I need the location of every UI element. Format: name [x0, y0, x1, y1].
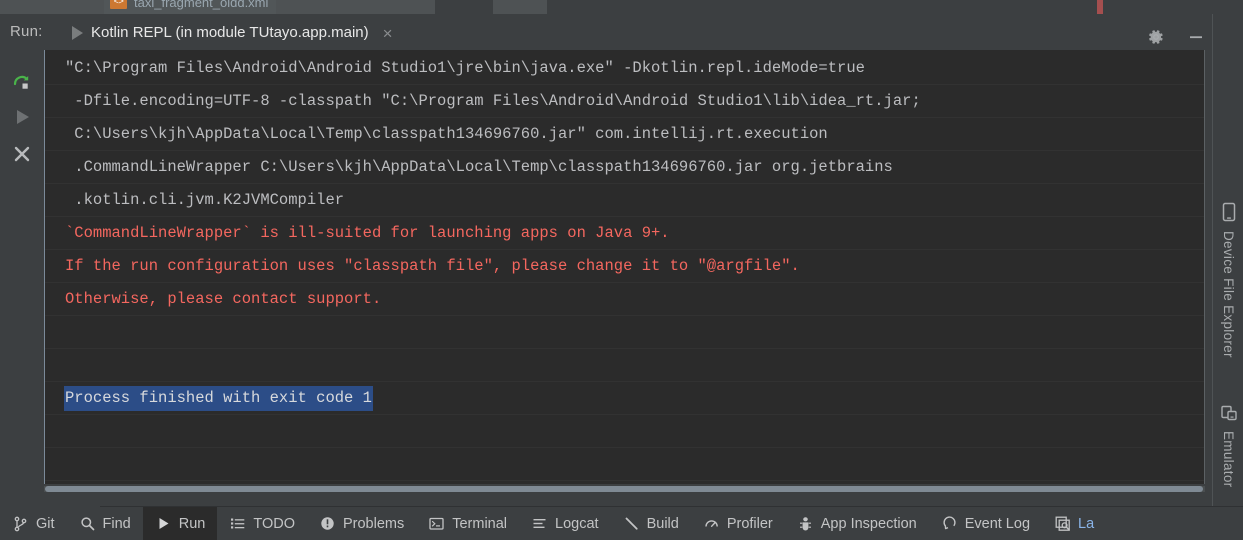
- console-line: C:\Users\kjh\AppData\Local\Temp\classpat…: [45, 118, 1205, 151]
- editor-tab-taxi-fragment[interactable]: <> taxi_fragment_oldd.xml: [104, 0, 277, 14]
- statusbar-item-problems[interactable]: Problems: [307, 507, 416, 540]
- statusbar-label: App Inspection: [820, 515, 917, 532]
- statusbar-label: Logcat: [555, 515, 599, 532]
- statusbar-item-build[interactable]: Build: [611, 507, 691, 540]
- statusbar-item-terminal[interactable]: Terminal: [416, 507, 519, 540]
- tab-strip-gap: [547, 0, 1097, 14]
- app-inspection-icon: [797, 515, 814, 532]
- run-console[interactable]: "C:\Program Files\Android\Android Studio…: [44, 50, 1205, 490]
- close-icon[interactable]: ×: [383, 25, 393, 42]
- run-gutter-toolbar: [0, 50, 44, 490]
- statusbar-label: Build: [646, 515, 679, 532]
- tab-strip-gap: [1103, 0, 1243, 14]
- run-tool-window-header: Run: Kotlin REPL (in module TUtayo.app.m…: [0, 14, 1243, 64]
- console-right-border: [1204, 50, 1205, 490]
- statusbar-item-git[interactable]: Git: [0, 507, 67, 540]
- editor-tab-strip: <> taxi_fragment_oldd.xml: [0, 0, 1243, 14]
- profiler-icon: [703, 515, 720, 532]
- console-line-error: If the run configuration uses "classpath…: [45, 250, 1205, 283]
- right-tool-rail: Device File Explorer Emulator: [1212, 14, 1243, 510]
- xml-file-icon: <>: [110, 0, 127, 9]
- warning-icon: [319, 515, 336, 532]
- statusbar-label: Run: [178, 515, 206, 532]
- rail-item-emulator[interactable]: Emulator: [1215, 404, 1242, 487]
- run-tab-title: Kotlin REPL (in module TUtayo.app.main): [91, 24, 369, 41]
- statusbar-label: Profiler: [726, 515, 773, 532]
- emulator-icon: [1220, 404, 1238, 425]
- console-line: [45, 448, 1205, 481]
- play-icon: [72, 26, 83, 40]
- statusbar-item-run[interactable]: Run: [142, 507, 218, 540]
- minimize-icon[interactable]: [1187, 28, 1205, 46]
- hammer-icon: [623, 515, 640, 532]
- statusbar-label: TODO: [253, 515, 295, 532]
- rerun-icon[interactable]: [8, 70, 36, 98]
- resume-icon[interactable]: [8, 103, 36, 131]
- console-line-error: `CommandLineWrapper` is ill-suited for l…: [45, 217, 1205, 250]
- console-selection: Process finished with exit code 1: [64, 386, 373, 411]
- statusbar-label: Git: [36, 515, 55, 532]
- device-icon: [1221, 202, 1237, 225]
- console-line: -Dfile.encoding=UTF-8 -classpath "C:\Pro…: [45, 85, 1205, 118]
- console-line-error: Otherwise, please contact support.: [45, 283, 1205, 316]
- gear-icon[interactable]: [1147, 28, 1165, 46]
- statusbar-label: La: [1078, 515, 1095, 532]
- console-line: .CommandLineWrapper C:\Users\kjh\AppData…: [45, 151, 1205, 184]
- statusbar-item-todo[interactable]: TODO: [217, 507, 307, 540]
- logcat-icon: [531, 515, 548, 532]
- run-configuration-tab[interactable]: Kotlin REPL (in module TUtayo.app.main) …: [72, 21, 393, 44]
- rail-label: Emulator: [1221, 431, 1236, 488]
- console-line: "C:\Program Files\Android\Android Studio…: [45, 52, 1205, 85]
- console-line-selected: Process finished with exit code 1: [45, 382, 1205, 415]
- terminal-icon: [428, 515, 445, 532]
- bottom-tool-window-bar: Git Find Run TODO Problems Terminal Logc…: [0, 507, 1243, 540]
- run-header-actions: [1147, 28, 1205, 46]
- event-log-icon: [941, 515, 958, 532]
- statusbar-item-layout-inspector[interactable]: La: [1042, 507, 1106, 540]
- git-branch-icon: [12, 515, 29, 532]
- statusbar-item-profiler[interactable]: Profiler: [691, 507, 785, 540]
- search-icon: [79, 515, 96, 532]
- statusbar-item-app-inspection[interactable]: App Inspection: [785, 507, 929, 540]
- layout-inspector-icon: [1054, 515, 1071, 532]
- editor-tab-label: taxi_fragment_oldd.xml: [134, 0, 269, 10]
- statusbar-item-logcat[interactable]: Logcat: [519, 507, 611, 540]
- statusbar-item-event-log[interactable]: Event Log: [929, 507, 1042, 540]
- console-line: [45, 415, 1205, 448]
- statusbar-label: Terminal: [452, 515, 508, 532]
- console-line: [45, 349, 1205, 382]
- stop-icon[interactable]: [8, 140, 36, 168]
- statusbar-item-find[interactable]: Find: [67, 507, 143, 540]
- console-line: .kotlin.cli.jvm.K2JVMCompiler: [45, 184, 1205, 217]
- horizontal-scrollbar-thumb[interactable]: [45, 486, 1203, 492]
- android-studio-window: <> taxi_fragment_oldd.xml Run: Kotlin RE…: [0, 0, 1243, 540]
- play-icon: [155, 515, 172, 532]
- console-line: [45, 316, 1205, 349]
- rail-item-device-file-explorer[interactable]: Device File Explorer: [1215, 202, 1242, 358]
- statusbar-label: Problems: [342, 515, 405, 532]
- statusbar-notch: [0, 503, 100, 507]
- todo-list-icon: [229, 515, 246, 532]
- console-lines: "C:\Program Files\Android\Android Studio…: [45, 52, 1205, 490]
- statusbar-label: Find: [102, 515, 131, 532]
- rail-label: Device File Explorer: [1221, 231, 1236, 358]
- run-window-label: Run:: [10, 23, 43, 40]
- statusbar-label: Event Log: [964, 515, 1031, 532]
- tab-strip-gap: [435, 0, 493, 14]
